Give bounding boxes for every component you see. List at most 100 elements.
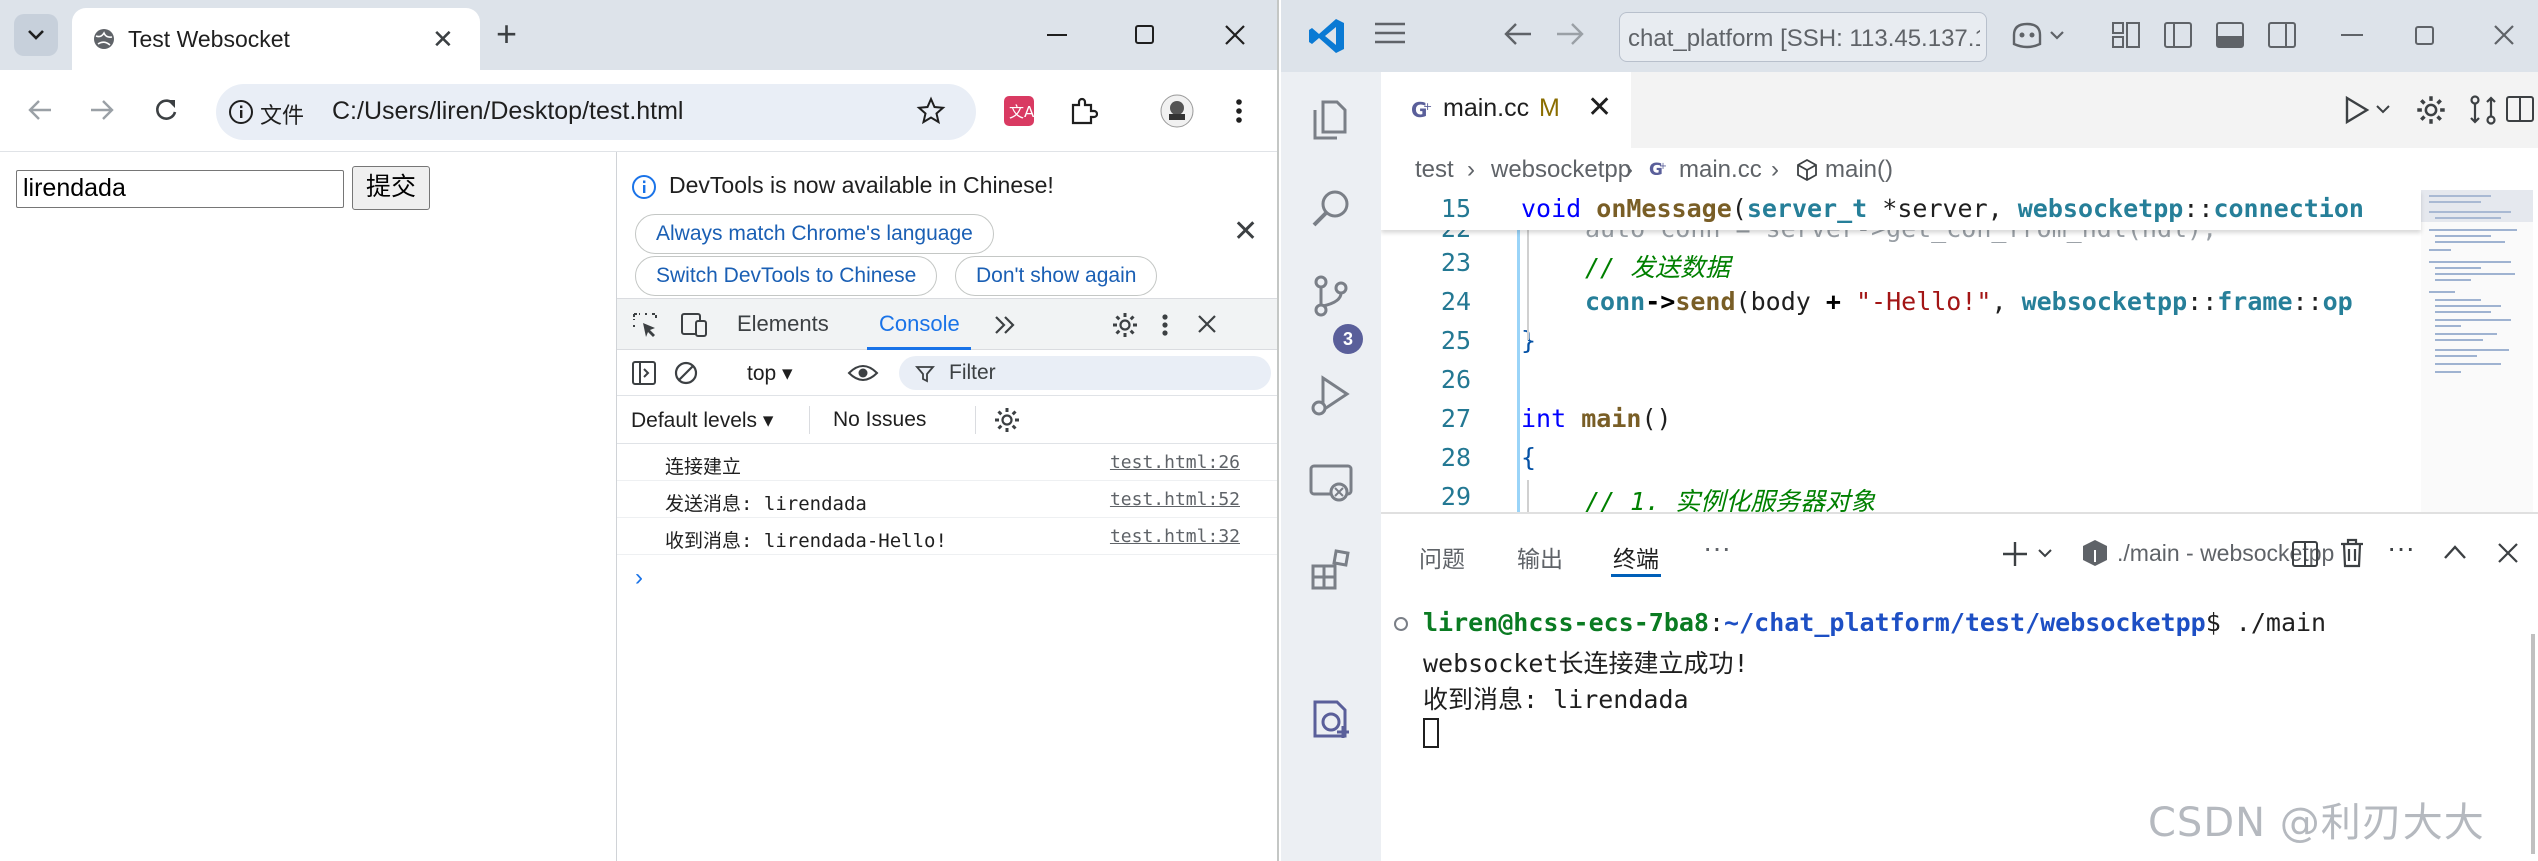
new-tab-button[interactable]: + — [496, 14, 517, 54]
remote-explorer-icon[interactable] — [1307, 458, 1355, 506]
console-prompt[interactable]: › — [635, 564, 643, 592]
tab-elements[interactable]: Elements — [737, 311, 829, 337]
message-input[interactable]: lirendada — [16, 170, 344, 208]
log-source-link[interactable]: test.html:32 — [1110, 526, 1240, 547]
breadcrumb-folder-test[interactable]: test — [1415, 156, 1454, 184]
submit-button[interactable]: 提交 — [352, 166, 430, 210]
maximize-icon[interactable] — [2415, 26, 2435, 46]
switch-to-chinese-button[interactable]: Switch DevTools to Chinese — [635, 256, 938, 296]
breadcrumb-file[interactable]: main.cc — [1679, 156, 1762, 184]
forward-button[interactable] — [82, 90, 122, 130]
console-settings-icon[interactable] — [993, 406, 1021, 434]
code-editor[interactable]: 15 void onMessage(server_t *server, webs… — [1381, 190, 2538, 512]
kill-terminal-icon[interactable] — [2339, 538, 2365, 568]
toggle-panel-icon[interactable] — [2215, 20, 2245, 50]
code-line: // 1. 实例化服务器对象 — [1585, 487, 1876, 512]
close-icon[interactable] — [2493, 24, 2515, 46]
log-source-link[interactable]: test.html:52 — [1110, 489, 1240, 510]
tab-close-icon[interactable]: ✕ — [1587, 90, 1612, 125]
clear-console-icon[interactable] — [673, 360, 699, 386]
log-source-link[interactable]: test.html:26 — [1110, 452, 1240, 473]
more-actions-icon[interactable]: ··· — [2387, 532, 2415, 564]
layout-customize-icon[interactable] — [2111, 20, 2141, 50]
explorer-files-icon[interactable] — [1307, 96, 1355, 144]
chrome-tab-strip: Test Websocket ✕ + — [0, 0, 1277, 70]
toggle-secondary-sidebar-icon[interactable] — [2267, 20, 2297, 50]
match-language-button[interactable]: Always match Chrome's language — [635, 214, 994, 254]
cpp-tools-icon[interactable] — [1307, 696, 1355, 744]
url-text[interactable]: C:/Users/liren/Desktop/test.html — [332, 97, 684, 126]
settings-gear-icon[interactable] — [1111, 311, 1139, 339]
editor-tab-main-cc[interactable]: G + main.cc M ✕ — [1381, 72, 1631, 148]
issues-button[interactable]: No Issues — [833, 408, 926, 432]
panel-tab-output[interactable]: 输出 — [1517, 540, 1563, 574]
command-center[interactable]: chat_platform [SSH: 113.45.137.1 — [1619, 12, 1987, 62]
sticky-code-line: void onMessage(server_t *server, websock… — [1521, 194, 2364, 223]
inspect-element-icon[interactable] — [631, 311, 659, 339]
close-window-button[interactable] — [1200, 12, 1270, 58]
search-icon[interactable] — [1307, 184, 1355, 232]
toggle-sidebar-icon[interactable] — [2163, 20, 2193, 50]
back-button[interactable] — [20, 90, 60, 130]
reload-button[interactable] — [146, 90, 186, 130]
close-panel-icon[interactable] — [2497, 542, 2519, 564]
tab-close-icon[interactable]: ✕ — [432, 24, 454, 55]
arrow-right-icon[interactable] — [1555, 20, 1585, 48]
minimize-icon[interactable] — [2341, 33, 2363, 37]
minimap-preview — [2421, 190, 2533, 373]
info-icon[interactable] — [228, 99, 254, 125]
translate-extension-button[interactable]: 文A — [996, 88, 1042, 134]
device-toolbar-icon[interactable] — [679, 311, 709, 339]
minimize-icon — [1047, 34, 1067, 36]
split-terminal-icon[interactable] — [2291, 540, 2319, 568]
maximize-panel-icon[interactable] — [2443, 544, 2467, 560]
eye-icon[interactable] — [847, 362, 879, 384]
extensions-icon[interactable] — [1307, 546, 1355, 594]
tab-console[interactable]: Console — [879, 311, 960, 337]
arrow-left-icon[interactable] — [1503, 20, 1533, 48]
more-tabs-icon[interactable] — [993, 315, 1017, 335]
breadcrumb-folder-websocketpp[interactable]: websocketpp — [1491, 156, 1631, 184]
chrome-menu-button[interactable] — [1216, 88, 1262, 134]
page-viewport: lirendada 提交 — [0, 152, 616, 861]
terminal-output-line: websocket长连接建立成功! — [1423, 649, 1749, 678]
maximize-button[interactable] — [1110, 12, 1180, 58]
editor-tab-label: main.cc — [1443, 94, 1530, 122]
line-number: 24 — [1440, 287, 1471, 316]
sidebar-toggle-icon[interactable] — [631, 360, 657, 386]
compare-changes-icon[interactable] — [2467, 94, 2499, 126]
settings-gear-icon[interactable] — [2415, 94, 2447, 126]
panel-tab-problems[interactable]: 问题 — [1419, 540, 1465, 574]
breadcrumb-symbol[interactable]: main() — [1825, 156, 1893, 184]
sticky-scroll-header[interactable]: 15 void onMessage(server_t *server, webs… — [1381, 190, 2421, 230]
minimize-button[interactable] — [1022, 12, 1092, 58]
svg-text:文A: 文A — [1009, 103, 1034, 121]
filter-input[interactable]: Filter — [899, 356, 1271, 390]
tab-search-button[interactable] — [14, 14, 58, 56]
log-message: 收到消息: lirendada-Hello! — [665, 530, 947, 552]
run-debug-icon[interactable] — [1307, 372, 1355, 420]
close-devtools-icon[interactable] — [1197, 314, 1217, 334]
banner-close-icon[interactable]: ✕ — [1233, 214, 1258, 249]
browser-tab-active[interactable]: Test Websocket ✕ — [72, 8, 480, 70]
split-editor-icon[interactable] — [2505, 94, 2535, 124]
address-bar[interactable]: 文件 C:/Users/liren/Desktop/test.html — [216, 84, 976, 140]
extensions-button[interactable] — [1060, 88, 1106, 134]
source-control-icon[interactable] — [1307, 272, 1355, 320]
log-levels-dropdown[interactable]: Default levels ▾ — [631, 408, 773, 433]
more-vert-icon[interactable] — [1161, 313, 1169, 337]
copilot-icon[interactable] — [2009, 20, 2069, 50]
more-panel-tabs-icon[interactable]: ··· — [1703, 532, 1731, 564]
run-code-icon[interactable] — [2341, 94, 2397, 126]
bookmark-star-icon[interactable] — [916, 96, 946, 126]
panel-tab-terminal[interactable]: 终端 — [1613, 540, 1659, 574]
code-line: conn->send(body + "-Hello!", websocketpp… — [1585, 287, 2353, 316]
dont-show-again-button[interactable]: Don't show again — [955, 256, 1158, 296]
profile-avatar[interactable] — [1154, 88, 1200, 134]
context-selector[interactable]: top ▾ — [747, 361, 793, 386]
menu-icon[interactable] — [1373, 20, 1407, 46]
vscode-window: chat_platform [SSH: 113.45.137.1 3 G + ma… — [1281, 0, 2538, 861]
new-terminal-icon[interactable] — [2001, 540, 2057, 568]
terminal-scrollbar[interactable] — [2531, 634, 2535, 854]
minimap[interactable] — [2421, 190, 2533, 512]
